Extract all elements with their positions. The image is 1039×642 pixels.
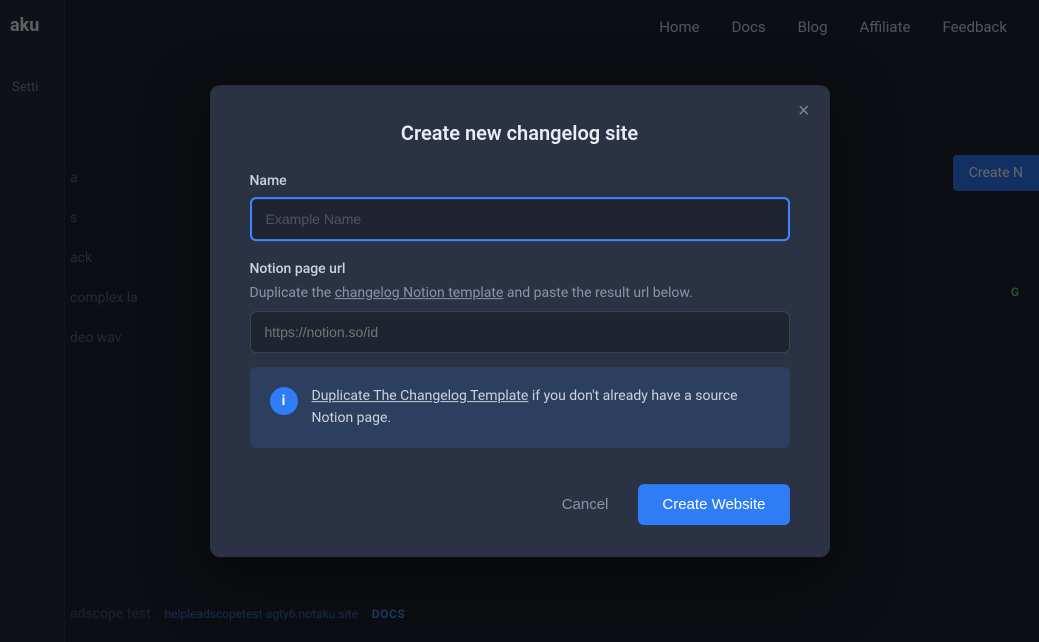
name-field-group: Name [250, 173, 790, 261]
modal-title: Create new changelog site [250, 121, 790, 145]
name-label: Name [250, 173, 790, 189]
notion-url-desc-prefix: Duplicate the [250, 285, 335, 301]
notion-template-link[interactable]: changelog Notion template [335, 285, 504, 301]
info-icon: i [270, 387, 298, 415]
modal-dialog: × Create new changelog site Name Notion … [210, 85, 830, 557]
notion-url-label: Notion page url [250, 261, 790, 277]
duplicate-template-link[interactable]: Duplicate The Changelog Template [312, 388, 529, 404]
name-input[interactable] [250, 197, 790, 241]
cancel-button[interactable]: Cancel [546, 486, 625, 523]
modal-footer: Cancel Create Website [250, 484, 790, 525]
create-website-button[interactable]: Create Website [638, 484, 789, 525]
notion-url-desc: Duplicate the changelog Notion template … [250, 285, 790, 301]
notion-url-field-group: Notion page url Duplicate the changelog … [250, 261, 790, 353]
modal-close-button[interactable]: × [798, 101, 810, 121]
info-text: Duplicate The Changelog Template if you … [312, 385, 770, 430]
notion-url-input[interactable] [250, 311, 790, 353]
notion-url-desc-suffix: and paste the result url below. [503, 285, 692, 301]
info-box: i Duplicate The Changelog Template if yo… [250, 367, 790, 448]
